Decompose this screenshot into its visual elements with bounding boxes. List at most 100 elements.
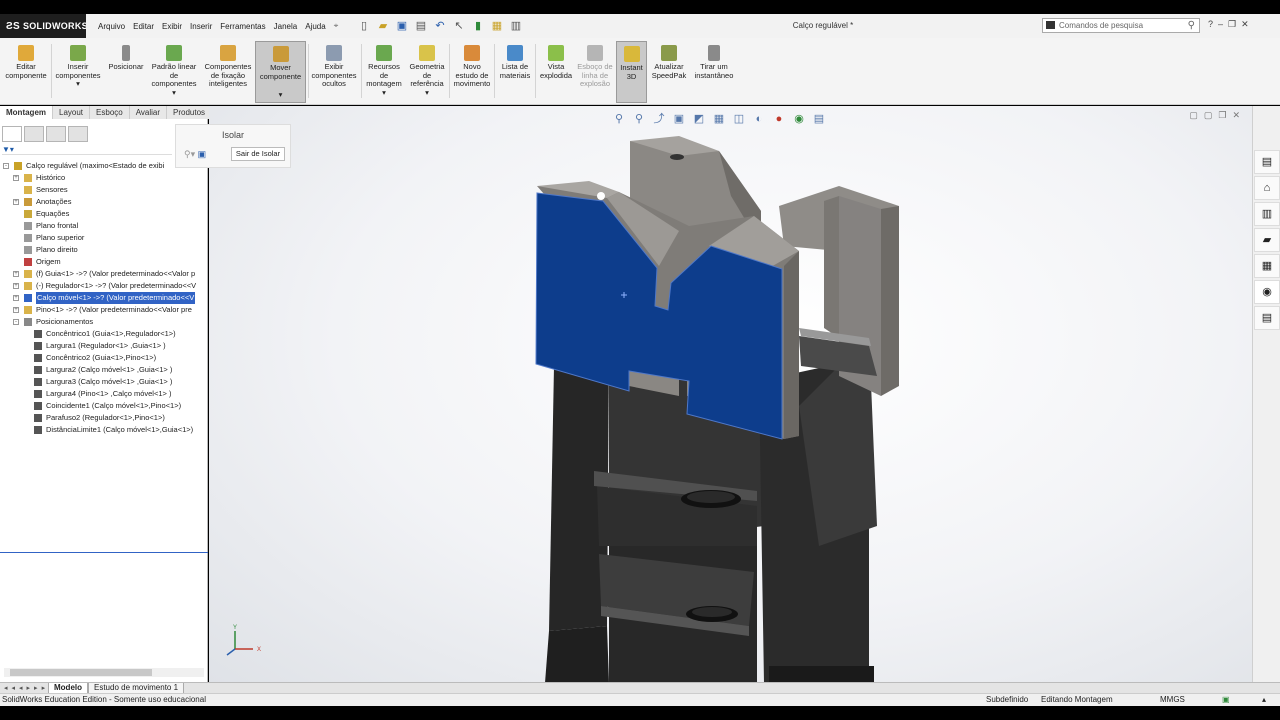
expand-icon[interactable]: + [13, 175, 19, 181]
smart-fasteners-button[interactable]: Componentes de fixação inteligentes [202, 41, 254, 89]
design-library-icon[interactable]: ▥ [1254, 202, 1280, 226]
menu-editar[interactable]: Editar [133, 22, 154, 31]
collapse-icon[interactable]: - [3, 163, 9, 169]
save-icon[interactable]: ▣ [396, 20, 408, 32]
dropdown-arrow-icon[interactable]: ▾ [363, 88, 405, 98]
tree-item[interactable]: + Histórico [0, 172, 208, 184]
tree-item[interactable]: Parafuso2 (Regulador<1>,Pino<1>) [0, 412, 208, 424]
new-motion-study-button[interactable]: Novo estudo de movimento [451, 41, 493, 89]
tree-item[interactable]: Sensores [0, 184, 208, 196]
custom-properties-icon[interactable]: ▤ [1254, 306, 1280, 330]
menu-ferramentas[interactable]: Ferramentas [220, 22, 265, 31]
assembly-features-button[interactable]: Recursos de montagem ▾ [363, 41, 405, 97]
menu-ajuda[interactable]: Ajuda [305, 22, 325, 31]
zoom-to-fit-icon[interactable]: ⚲ [612, 112, 626, 126]
tree-item[interactable]: + Calço móvel<1> ->? (Valor predeterminad… [0, 292, 208, 304]
rebuild-status-icon[interactable]: ▣ [1222, 695, 1230, 704]
view-settings-icon[interactable]: ▤ [812, 112, 826, 126]
menu-janela[interactable]: Janela [274, 22, 298, 31]
linear-pattern-button[interactable]: Padrão linear de componentes ▾ [147, 41, 201, 97]
filter-row[interactable]: ▼▾ [2, 145, 172, 155]
dropdown-arrow-icon[interactable]: ▾ [53, 79, 103, 89]
menu-inserir[interactable]: Inserir [190, 22, 212, 31]
search-icon[interactable]: ⚲ [1188, 19, 1195, 32]
help-icon[interactable]: ? [1208, 19, 1218, 29]
expand-icon[interactable]: + [13, 307, 19, 313]
tree-rollback-bar[interactable] [0, 552, 208, 553]
section-view-icon[interactable]: ▣ [672, 112, 686, 126]
tree-item[interactable]: Origem [0, 256, 208, 268]
undo-icon[interactable]: ↶ [434, 20, 446, 32]
expand-icon[interactable]: + [13, 283, 19, 289]
tab-navigation-arrows[interactable]: ◂◂◂▸▸▸ [4, 684, 49, 692]
instant3d-button[interactable]: Instant 3D [616, 41, 647, 103]
expand-icon[interactable]: + [13, 271, 19, 277]
tree-item[interactable]: Largura3 (Calço móvel<1> ,Guia<1> ) [0, 376, 208, 388]
horizontal-scrollbar[interactable] [4, 668, 204, 677]
tab-esboco[interactable]: Esboço [90, 106, 130, 119]
tree-item[interactable]: + Pino<1> ->? (Valor predeterminado<<Valo… [0, 304, 208, 316]
graphics-area[interactable]: ⚲ ⚲ ⤴ ▣ ◩ ▦ ◫ ◐ ● ◉ ▤ ▢▢❐✕ Y X [209, 106, 1252, 683]
rebuild-icon[interactable]: ▮ [472, 20, 484, 32]
tree-item[interactable]: Equações [0, 208, 208, 220]
view-orientation-icon[interactable]: ▦ [712, 112, 726, 126]
show-hidden-components-button[interactable]: Exibir componentes ocultos [309, 41, 359, 89]
mate-button[interactable]: Posicionar [106, 41, 146, 72]
previous-view-icon[interactable]: ⤴ [652, 112, 666, 126]
select-arrow-icon[interactable]: ↖ [453, 20, 465, 32]
units-indicator[interactable]: MMGS [1160, 695, 1185, 704]
tile-view-icon[interactable]: ▢ [1204, 110, 1219, 120]
close-icon[interactable]: ✕ [1241, 19, 1254, 29]
tree-item[interactable]: Largura1 (Regulador<1> ,Guia<1> ) [0, 340, 208, 352]
home-icon[interactable]: ⌂ [1254, 176, 1280, 200]
tab-avaliar[interactable]: Avaliar [130, 106, 168, 119]
tree-item[interactable]: Concêntrico2 (Guia<1>,Pino<1>) [0, 352, 208, 364]
solidworks-resources-icon[interactable]: ▤ [1254, 150, 1280, 174]
tree-item[interactable]: Coincidente1 (Calço móvel<1>,Pino<1>) [0, 400, 208, 412]
expand-icon[interactable]: + [13, 295, 19, 301]
update-speedpak-button[interactable]: Atualizar SpeedPak [649, 41, 689, 80]
status-options-icon[interactable]: ▴ [1262, 695, 1266, 704]
menu-exibir[interactable]: Exibir [162, 22, 182, 31]
move-component-button[interactable]: Mover componente ▾ [255, 41, 306, 103]
insert-components-button[interactable]: Inserir componentes ▾ [53, 41, 103, 89]
tree-item[interactable]: - Posicionamentos [0, 316, 208, 328]
tree-item[interactable]: Plano frontal [0, 220, 208, 232]
restore-icon[interactable]: ❐ [1228, 19, 1241, 29]
display-manager-tab-icon[interactable] [68, 126, 88, 142]
edit-appearance-icon[interactable]: ● [772, 112, 786, 126]
model-canvas[interactable] [209, 106, 1252, 683]
tree-item[interactable]: DistânciaLimite1 (Calço móvel<1>,Guia<1>… [0, 424, 208, 436]
split-view-icon[interactable]: ▢ [1189, 110, 1204, 120]
apply-scene-icon[interactable]: ◉ [792, 112, 806, 126]
tree-item[interactable]: Plano direito [0, 244, 208, 256]
collapse-icon[interactable]: - [13, 319, 19, 325]
hide-show-items-icon[interactable]: ◐ [752, 112, 766, 126]
bill-of-materials-button[interactable]: Lista de materiais [496, 41, 534, 80]
print-icon[interactable]: ▤ [415, 20, 427, 32]
pin-icon[interactable]: ⌖ [334, 21, 339, 31]
take-snapshot-button[interactable]: Tirar um instantâneo [691, 41, 737, 80]
options-icon[interactable]: ▥ [510, 20, 522, 32]
filter-icon[interactable]: ▼▾ [2, 145, 14, 154]
display-style-icon[interactable]: ◫ [732, 112, 746, 126]
tab-layout[interactable]: Layout [53, 106, 91, 119]
search-input[interactable]: Comandos de pesquisa ⚲ [1042, 18, 1200, 33]
close-view-icon[interactable]: ✕ [1232, 110, 1246, 120]
file-properties-icon[interactable]: ▦ [491, 20, 503, 32]
tree-item[interactable]: Largura2 (Calço móvel<1> ,Guia<1> ) [0, 364, 208, 376]
tree-item[interactable]: + (-) Regulador<1> ->? (Valor predetermin… [0, 280, 208, 292]
tree-item[interactable]: Largura4 (Pino<1> ,Calço móvel<1> ) [0, 388, 208, 400]
minimize-icon[interactable]: – [1218, 19, 1228, 29]
new-document-icon[interactable]: ▯ [358, 20, 370, 32]
file-explorer-icon[interactable]: ▰ [1254, 228, 1280, 252]
explode-line-sketch-button[interactable]: Esboço de linha de explosão [576, 41, 614, 89]
exploded-view-button[interactable]: Vista explodida [537, 41, 575, 80]
save-display-state-icon[interactable]: ▣ [198, 149, 207, 159]
tab-montagem[interactable]: Montagem [0, 106, 53, 119]
exit-isolate-button[interactable]: Sair de Isolar [231, 147, 285, 161]
reference-geometry-button[interactable]: Geometria de referência ▾ [406, 41, 448, 97]
tree-item[interactable]: + (f) Guia<1> ->? (Valor predeterminado<<… [0, 268, 208, 280]
visibility-icon[interactable]: ⚲▾ [184, 149, 195, 159]
zoom-to-area-icon[interactable]: ⚲ [632, 112, 646, 126]
